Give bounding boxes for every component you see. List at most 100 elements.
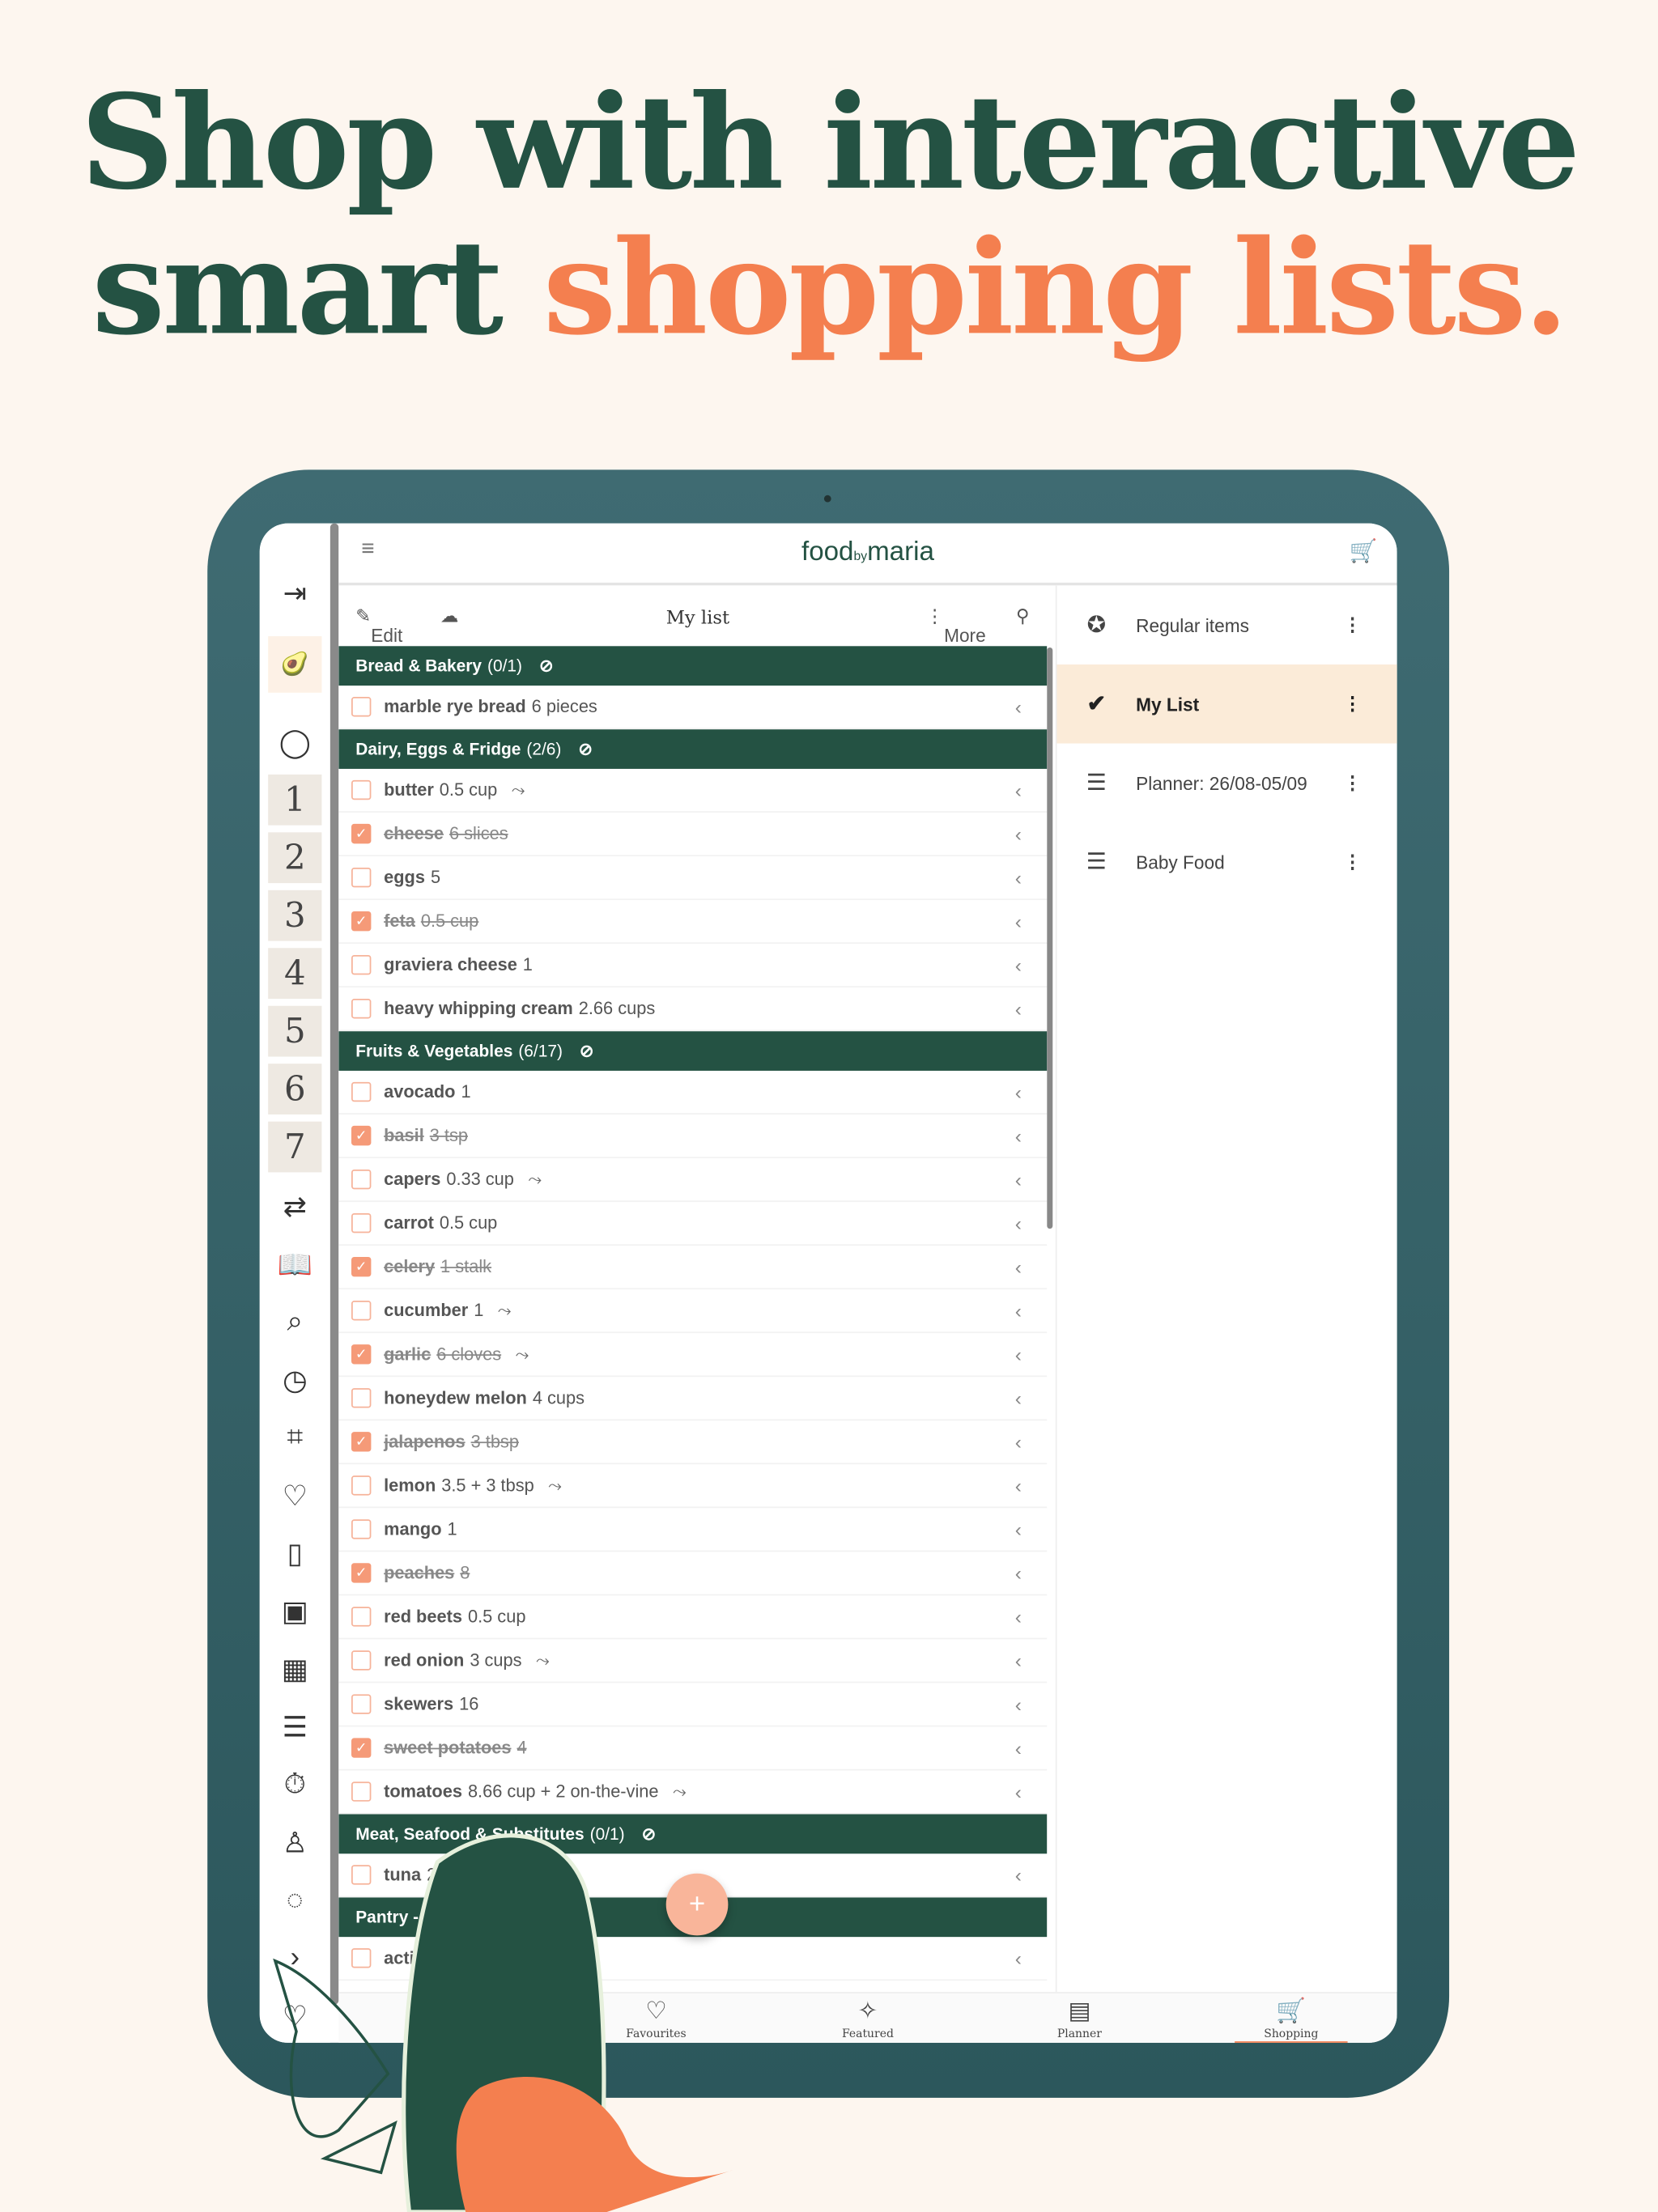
- chevron-left-icon[interactable]: ‹: [1015, 822, 1022, 845]
- list-item[interactable]: ✓peaches8‹: [338, 1552, 1047, 1595]
- chevron-left-icon[interactable]: ‹: [1015, 1606, 1022, 1628]
- substitute-arrow-icon[interactable]: ⤳: [528, 1169, 542, 1190]
- item-checkbox[interactable]: ✓: [351, 1344, 371, 1364]
- hide-eye-icon[interactable]: ⊘: [580, 1041, 594, 1060]
- swap-icon[interactable]: ⇄: [268, 1181, 321, 1232]
- book-icon[interactable]: 📖: [268, 1238, 321, 1289]
- substitute-arrow-icon[interactable]: ⤳: [498, 1300, 512, 1321]
- list-item[interactable]: eggs5‹: [338, 856, 1047, 900]
- list-item[interactable]: heavy whipping cream2.66 cups‹: [338, 987, 1047, 1031]
- item-checkbox[interactable]: [351, 1475, 371, 1495]
- list-item[interactable]: ✓jalapenos3 tbsp‹: [338, 1420, 1047, 1464]
- list-item[interactable]: mango1‹: [338, 1508, 1047, 1552]
- item-checkbox[interactable]: [351, 1519, 371, 1539]
- hamburger-icon[interactable]: ≡: [361, 537, 374, 563]
- chevron-left-icon[interactable]: ‹: [1015, 1649, 1022, 1672]
- list-item[interactable]: honeydew melon4 cups‹: [338, 1377, 1047, 1420]
- list-item[interactable]: cucumber1⤳‹: [338, 1289, 1047, 1333]
- list-item[interactable]: butter0.5 cup⤳‹: [338, 769, 1047, 813]
- list-item[interactable]: red beets0.5 cup‹: [338, 1595, 1047, 1639]
- item-checkbox[interactable]: [351, 1213, 371, 1233]
- chevron-left-icon[interactable]: ‹: [1015, 779, 1022, 801]
- fridge-icon[interactable]: ▯: [268, 1528, 321, 1579]
- search-icon[interactable]: ⌕: [268, 1297, 321, 1348]
- substitute-arrow-icon[interactable]: ⤳: [548, 1475, 562, 1496]
- rail-scrollbar[interactable]: [330, 524, 338, 2005]
- recipe-thumbnail-5[interactable]: 5: [268, 1006, 321, 1057]
- item-checkbox[interactable]: [351, 955, 371, 974]
- chevron-left-icon[interactable]: ‹: [1015, 1864, 1022, 1887]
- kebab-menu-icon[interactable]: ⋮: [1343, 771, 1362, 794]
- item-checkbox[interactable]: ✓: [351, 1257, 371, 1276]
- nav-shopping[interactable]: 🛒Shopping: [1235, 1996, 1347, 2043]
- substitute-arrow-icon[interactable]: ⤳: [512, 779, 525, 800]
- item-checkbox[interactable]: ✓: [351, 1738, 371, 1757]
- substitute-arrow-icon[interactable]: ⤳: [673, 1781, 687, 1802]
- heart-icon[interactable]: ♡: [268, 1470, 321, 1521]
- kebab-menu-icon[interactable]: ⋮: [1343, 851, 1362, 873]
- hide-eye-icon[interactable]: ⊘: [539, 656, 554, 675]
- list-item[interactable]: graviera cheese1‹: [338, 944, 1047, 987]
- chevron-left-icon[interactable]: ‹: [1015, 1474, 1022, 1497]
- chevron-left-icon[interactable]: ‹: [1015, 1737, 1022, 1760]
- tag-icon[interactable]: ⌗: [268, 1412, 321, 1463]
- edit-button[interactable]: ✎ Edit: [355, 605, 371, 628]
- item-checkbox[interactable]: [351, 1650, 371, 1670]
- chevron-left-icon[interactable]: ‹: [1015, 1781, 1022, 1803]
- chevron-left-icon[interactable]: ‹: [1015, 1299, 1022, 1322]
- category-header[interactable]: Bread & Bakery(0/1) ⊘: [338, 646, 1047, 686]
- app-logo[interactable]: 🥑: [268, 636, 321, 693]
- chevron-left-icon[interactable]: ‹: [1015, 1562, 1022, 1585]
- chevron-left-icon[interactable]: ‹: [1015, 1124, 1022, 1147]
- list-option[interactable]: ☰Planner: 26/08-05/09⋮: [1057, 744, 1397, 823]
- chevron-left-icon[interactable]: ‹: [1015, 1212, 1022, 1234]
- item-checkbox[interactable]: [351, 780, 371, 800]
- chevron-left-icon[interactable]: ‹: [1015, 695, 1022, 718]
- chevron-left-icon[interactable]: ‹: [1015, 1693, 1022, 1716]
- item-checkbox[interactable]: ✓: [351, 1126, 371, 1145]
- item-checkbox[interactable]: ✓: [351, 824, 371, 843]
- chevron-left-icon[interactable]: ‹: [1015, 866, 1022, 889]
- checklist-icon[interactable]: ☰: [268, 1701, 321, 1752]
- list-item[interactable]: skewers16‹: [338, 1683, 1047, 1726]
- nav-planner[interactable]: ▤Planner: [1023, 1996, 1136, 2040]
- nav-featured[interactable]: ✧Featured: [811, 1996, 924, 2040]
- chevron-left-icon[interactable]: ‹: [1015, 1343, 1022, 1365]
- list-item[interactable]: carrot0.5 cup‹: [338, 1202, 1047, 1246]
- list-item[interactable]: avocado1‹: [338, 1071, 1047, 1114]
- chevron-left-icon[interactable]: ‹: [1015, 1081, 1022, 1103]
- recipe-thumbnail-7[interactable]: 7: [268, 1122, 321, 1173]
- chevron-left-icon[interactable]: ‹: [1015, 1255, 1022, 1278]
- clock-icon[interactable]: ◷: [268, 1354, 321, 1405]
- chevron-left-icon[interactable]: ‹: [1015, 953, 1022, 976]
- item-checkbox[interactable]: [351, 1082, 371, 1102]
- item-checkbox[interactable]: ✓: [351, 1563, 371, 1582]
- list-item[interactable]: ✓cheese6 slices‹: [338, 813, 1047, 856]
- chevron-left-icon[interactable]: ‹: [1015, 1386, 1022, 1409]
- list-item[interactable]: ✓feta0.5 cup‹: [338, 900, 1047, 944]
- list-option[interactable]: ✪Regular items⋮: [1057, 585, 1397, 664]
- recipe-thumbnail-2[interactable]: 2: [268, 832, 321, 883]
- recipe-thumbnail-3[interactable]: 3: [268, 890, 321, 941]
- chevron-left-icon[interactable]: ‹: [1015, 1168, 1022, 1191]
- item-checkbox[interactable]: [351, 697, 371, 716]
- more-button[interactable]: ⋮ More: [925, 605, 944, 628]
- cloud-sync-icon[interactable]: ☁: [440, 605, 459, 628]
- kebab-menu-icon[interactable]: ⋮: [1343, 693, 1362, 715]
- cart-plus-icon[interactable]: 🛒: [1349, 537, 1377, 566]
- substitute-arrow-icon[interactable]: ⤳: [516, 1344, 529, 1365]
- list-item[interactable]: lemon3.5 + 3 tbsp⤳‹: [338, 1464, 1047, 1508]
- list-item[interactable]: capers0.33 cup⤳‹: [338, 1158, 1047, 1202]
- item-checkbox[interactable]: [351, 1301, 371, 1320]
- item-checkbox[interactable]: [351, 868, 371, 887]
- item-checkbox[interactable]: [351, 1170, 371, 1189]
- list-scrollbar[interactable]: [1047, 647, 1052, 1229]
- recipe-thumbnail-6[interactable]: 6: [268, 1064, 321, 1114]
- chevron-left-icon[interactable]: ‹: [1015, 997, 1022, 1020]
- list-item[interactable]: ✓sweet potatoes4‹: [338, 1726, 1047, 1770]
- list-item[interactable]: ✓celery1 stalk‹: [338, 1246, 1047, 1289]
- list-item[interactable]: marble rye bread6 pieces‹: [338, 686, 1047, 729]
- kebab-menu-icon[interactable]: ⋮: [1343, 614, 1362, 636]
- timer-icon[interactable]: ⏱: [268, 1760, 321, 1811]
- item-checkbox[interactable]: ✓: [351, 1432, 371, 1451]
